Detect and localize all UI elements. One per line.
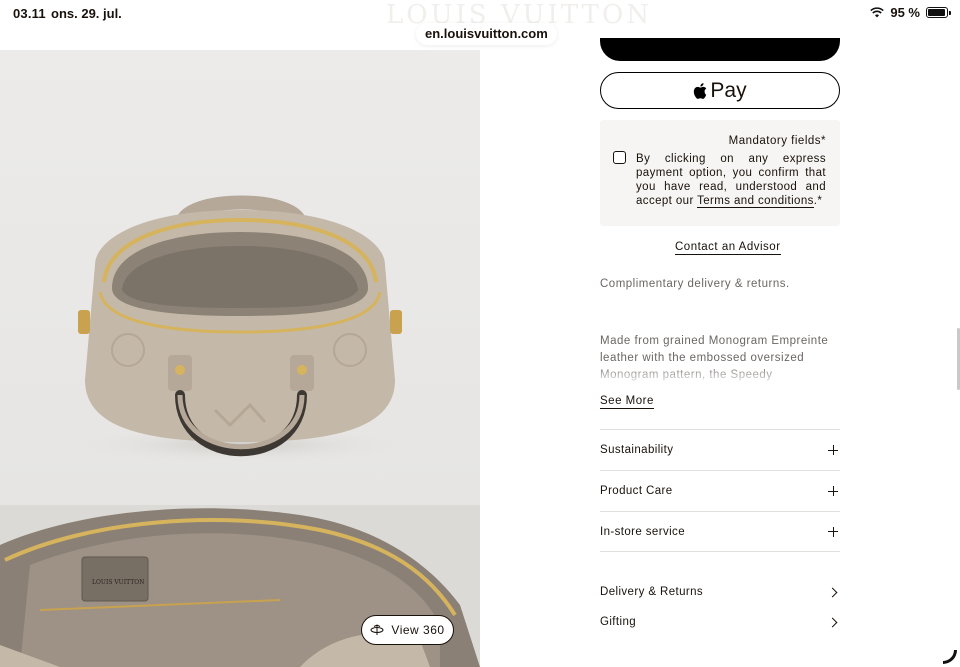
svg-text:LOUIS VUITTON: LOUIS VUITTON (92, 579, 144, 586)
status-indicators: 95 % (870, 5, 951, 20)
apple-logo-icon (694, 82, 707, 99)
link-delivery-returns[interactable]: Delivery & Returns (600, 577, 840, 607)
wifi-icon (870, 7, 885, 18)
accordion-sustainability[interactable]: Sustainability (600, 429, 840, 470)
delivery-note: Complimentary delivery & returns. (600, 278, 790, 290)
accordion-label: In-store service (600, 525, 686, 538)
product-image-main[interactable] (0, 50, 480, 505)
chevron-right-icon (827, 587, 838, 597)
apple-pay-button[interactable]: Pay (600, 72, 840, 109)
apple-pay-label: Pay (710, 78, 747, 102)
add-to-cart-button[interactable] (600, 38, 840, 61)
battery-icon (926, 7, 951, 18)
view-360-label: View 360 (391, 623, 445, 637)
contact-advisor-link[interactable]: Contact an Advisor (675, 241, 781, 255)
terms-checkbox[interactable] (613, 151, 626, 164)
terms-suffix: .* (813, 195, 823, 207)
accordion-product-care[interactable]: Product Care (600, 470, 840, 511)
product-description: Made from grained Monogram Empreinte lea… (600, 333, 832, 385)
view-360-button[interactable]: View 360 (361, 615, 454, 645)
plus-icon (828, 445, 838, 455)
mandatory-fields-note: Mandatory fields* (728, 135, 826, 147)
terms-text: By clicking on any express payment optio… (636, 152, 826, 208)
bag-illustration (70, 195, 410, 463)
accordion-in-store-service[interactable]: In-store service (600, 511, 840, 552)
info-links: Delivery & Returns Gifting (600, 577, 840, 637)
see-more-link[interactable]: See More (600, 395, 654, 409)
link-label: Gifting (600, 616, 637, 628)
link-label: Delivery & Returns (600, 586, 704, 598)
product-gallery: LOUIS VUITTON View 360 (0, 50, 480, 667)
info-accordion: Sustainability Product Care In-store ser… (600, 429, 840, 552)
cube-360-icon (370, 624, 384, 635)
screen-corner-indicator (943, 650, 957, 664)
terms-consent-box: Mandatory fields* By clicking on any exp… (600, 120, 840, 226)
plus-icon (828, 486, 838, 496)
accordion-label: Product Care (600, 485, 673, 497)
plus-icon (828, 526, 838, 537)
link-gifting[interactable]: Gifting (600, 607, 840, 637)
clock: 03.11 (13, 6, 46, 21)
terms-link[interactable]: Terms and conditions (697, 195, 814, 208)
url-bar[interactable]: en.louisvuitton.com (416, 23, 557, 45)
chevron-right-icon (827, 617, 838, 627)
date: ons. 29. jul. (51, 6, 122, 21)
battery-percent: 95 % (890, 5, 920, 20)
accordion-label: Sustainability (600, 444, 674, 456)
